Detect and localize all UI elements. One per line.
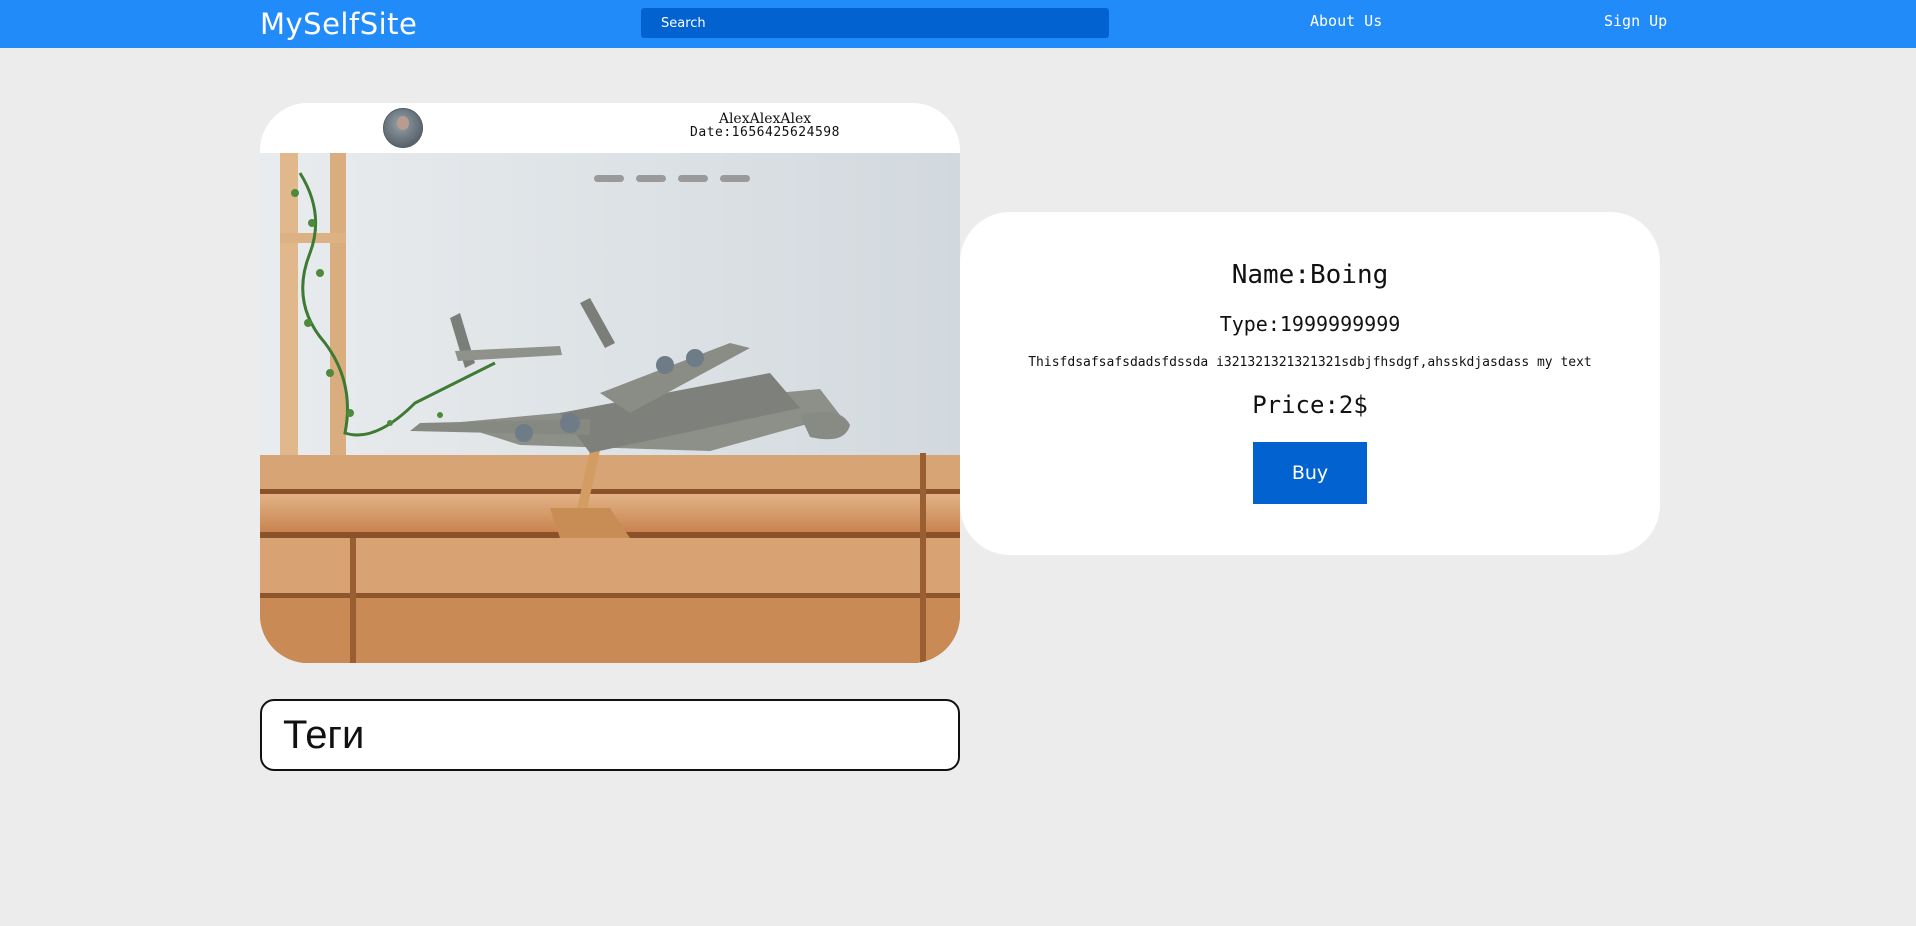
carousel-indicator-4[interactable] bbox=[720, 175, 750, 182]
search-input[interactable] bbox=[641, 8, 1109, 38]
buy-button[interactable]: Buy bbox=[1253, 442, 1367, 504]
airplane-photo bbox=[260, 153, 960, 663]
post-date: Date:1656425624598 bbox=[690, 125, 840, 140]
product-card: Name:Boing Type:1999999999 Thisfdsafsafs… bbox=[960, 212, 1660, 555]
carousel-indicator-1[interactable] bbox=[594, 175, 624, 182]
carousel-indicator-3[interactable] bbox=[678, 175, 708, 182]
site-logo[interactable]: MySelfSite bbox=[260, 6, 417, 42]
top-navbar: MySelfSite About Us Sign Up bbox=[0, 0, 1916, 48]
post-card: AlexAlexAlex Date:1656425624598 bbox=[260, 103, 960, 663]
product-price: Price:2$ bbox=[1252, 391, 1368, 419]
tags-title: Теги bbox=[283, 713, 365, 757]
post-header: AlexAlexAlex Date:1656425624598 bbox=[260, 103, 960, 153]
user-avatar-icon[interactable] bbox=[383, 108, 423, 148]
carousel-indicator-2[interactable] bbox=[636, 175, 666, 182]
tags-box: Теги bbox=[260, 699, 960, 771]
product-type: Type:1999999999 bbox=[1219, 312, 1401, 336]
post-image[interactable] bbox=[260, 153, 960, 663]
nav-sign-up[interactable]: Sign Up bbox=[1604, 12, 1667, 30]
product-name: Name:Boing bbox=[1231, 260, 1389, 290]
product-description: Thisfdsafsafsdadsfdssda i321321321321321… bbox=[1028, 355, 1592, 370]
nav-about-us[interactable]: About Us bbox=[1310, 12, 1382, 30]
